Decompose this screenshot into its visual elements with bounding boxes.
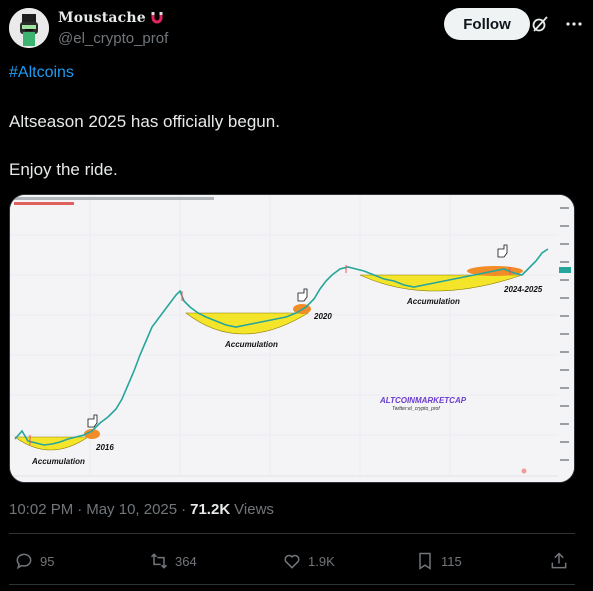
repost-icon [150, 553, 168, 569]
avatar[interactable] [9, 8, 49, 48]
like-button[interactable]: 1.9K [282, 546, 335, 576]
post-header: Moustache @el_crypto_prof Follow [9, 6, 585, 50]
bookmark-button[interactable]: 115 [415, 546, 462, 576]
watermark: ALTCOINMARKETCAP [379, 396, 467, 405]
reply-count: 95 [40, 553, 55, 569]
label-2024-2025: 2024-2025 [503, 285, 543, 294]
more-icon[interactable] [564, 15, 584, 33]
views-count: 71.2K [190, 501, 231, 518]
share-button[interactable] [549, 546, 569, 576]
watermark-sub: Twitter:el_crypto_prof [392, 406, 440, 412]
handle[interactable]: @el_crypto_prof [58, 30, 168, 47]
label-2020: 2020 [313, 312, 332, 321]
post-text-line-2: Enjoy the ride. [9, 160, 118, 179]
reply-button[interactable]: 95 [14, 546, 54, 576]
action-bar: 95 364 1.9K 115 [9, 546, 575, 576]
label-accumulation-1: Accumulation [31, 457, 85, 466]
label-accumulation-2: Accumulation [224, 340, 278, 349]
bookmark-count: 115 [441, 553, 462, 569]
heart-icon [284, 554, 300, 569]
hashtag-link[interactable]: #Altcoins [9, 64, 74, 82]
meta-separator: · [181, 501, 187, 518]
label-2016: 2016 [95, 443, 114, 452]
meta-separator: · [77, 501, 83, 518]
divider [9, 584, 575, 585]
post-text-line-1: Altseason 2025 has officially begun. [9, 112, 280, 131]
follow-button[interactable]: Follow [444, 8, 530, 40]
repost-button[interactable]: 364 [149, 546, 197, 576]
grok-icon[interactable] [531, 15, 549, 33]
post-time[interactable]: 10:02 PM [9, 501, 73, 518]
post-media-chart[interactable]: Accumulation 2016 Accumulation 2020 Accu… [9, 194, 575, 483]
post-date[interactable]: May 10, 2025 [86, 501, 177, 518]
reply-icon [16, 553, 32, 570]
bookmark-icon [419, 552, 431, 570]
display-name[interactable]: Moustache [58, 10, 146, 26]
divider [9, 533, 575, 534]
share-icon [551, 552, 567, 569]
like-count: 1.9K [308, 553, 335, 569]
label-accumulation-3: Accumulation [406, 297, 460, 306]
views-label: Views [234, 501, 274, 518]
post-meta: 10:02 PM · May 10, 2025 · 71.2K Views [9, 501, 274, 518]
repost-count: 364 [175, 553, 197, 569]
magnet-icon [151, 12, 163, 24]
